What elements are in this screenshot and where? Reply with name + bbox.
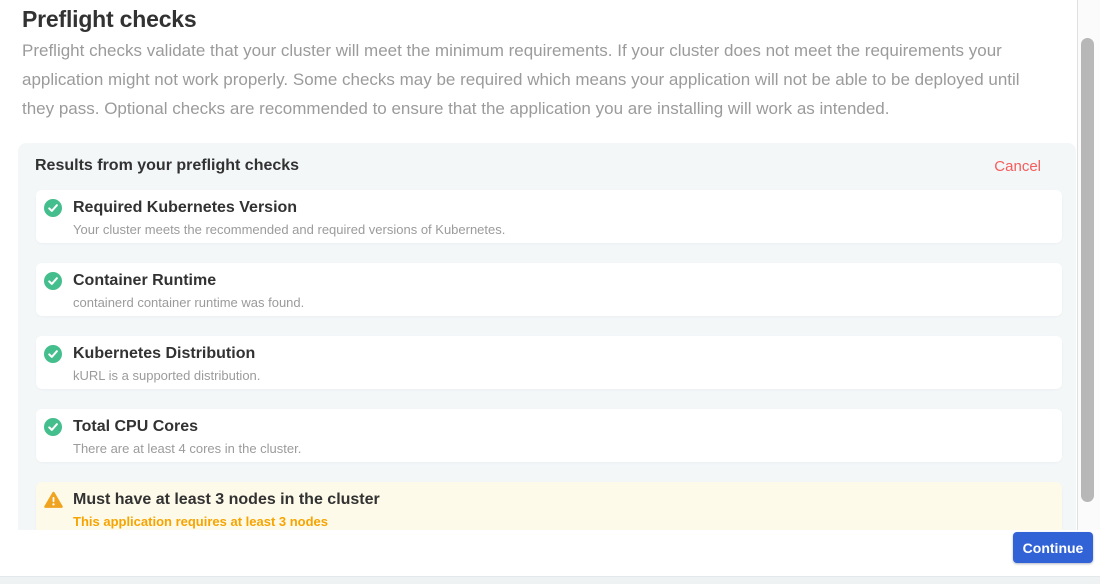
bottom-strip	[0, 576, 1100, 584]
scrollbar-thumb[interactable]	[1081, 38, 1094, 502]
intro-text: Preflight checks validate that your clus…	[22, 36, 1072, 123]
cancel-link[interactable]: Cancel	[994, 158, 1041, 175]
intro-line: they pass. Optional checks are recommend…	[22, 94, 1072, 123]
success-check-icon	[44, 199, 63, 217]
page-title: Preflight checks	[22, 6, 196, 33]
panel-title: Results from your preflight checks	[35, 157, 299, 175]
success-check-icon	[44, 272, 63, 290]
success-check-icon	[44, 418, 63, 436]
check-description: Your cluster meets the recommended and r…	[73, 222, 505, 237]
check-description: containerd container runtime was found.	[73, 295, 304, 310]
check-description: kURL is a supported distribution.	[73, 368, 260, 383]
success-check-icon	[44, 345, 63, 363]
check-card-required-kubernetes-version: Required Kubernetes Version Your cluster…	[36, 190, 1062, 243]
check-title: Kubernetes Distribution	[73, 345, 260, 363]
check-title: Must have at least 3 nodes in the cluste…	[73, 491, 380, 509]
warning-triangle-icon	[44, 491, 63, 509]
intro-line: Preflight checks validate that your clus…	[22, 36, 1072, 65]
check-description: There are at least 4 cores in the cluste…	[73, 441, 301, 456]
check-title: Container Runtime	[73, 272, 304, 290]
check-description: This application requires at least 3 nod…	[73, 514, 380, 529]
scrollbar-track[interactable]	[1077, 0, 1100, 576]
check-results-list: Required Kubernetes Version Your cluster…	[36, 190, 1062, 555]
intro-line: application might not work properly. Som…	[22, 65, 1072, 94]
check-card-total-cpu-cores: Total CPU Cores There are at least 4 cor…	[36, 409, 1062, 462]
footer-bar	[0, 530, 1100, 576]
check-card-node-count-warning: Must have at least 3 nodes in the cluste…	[36, 482, 1062, 535]
continue-button[interactable]: Continue	[1013, 532, 1093, 563]
preflight-results-panel: Results from your preflight checks Cance…	[18, 143, 1076, 584]
check-title: Total CPU Cores	[73, 418, 301, 436]
check-card-kubernetes-distribution: Kubernetes Distribution kURL is a suppor…	[36, 336, 1062, 389]
check-card-container-runtime: Container Runtime containerd container r…	[36, 263, 1062, 316]
panel-header: Results from your preflight checks Cance…	[18, 143, 1076, 190]
check-title: Required Kubernetes Version	[73, 199, 505, 217]
